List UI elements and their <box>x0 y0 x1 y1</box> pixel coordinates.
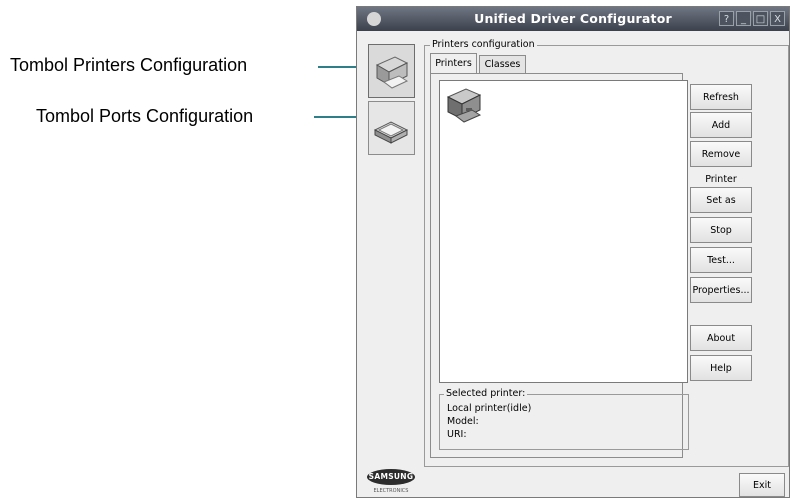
selected-printer-group: Selected printer: Local printer(idle) Mo… <box>439 388 689 450</box>
maximize-button[interactable]: □ <box>753 11 768 26</box>
test-button[interactable]: Test... <box>690 247 752 273</box>
list-item[interactable] <box>444 83 488 127</box>
refresh-button[interactable]: Refresh <box>690 84 752 110</box>
configurator-window: Unified Driver Configurator ? _ □ X Prin… <box>356 6 790 498</box>
ports-configuration-button[interactable] <box>368 101 415 155</box>
group-legend: Printers configuration <box>430 39 537 50</box>
minimize-button[interactable]: _ <box>736 11 751 26</box>
printer-icon <box>375 56 409 89</box>
selected-printer-legend: Selected printer: <box>444 388 528 399</box>
port-icon <box>373 121 409 144</box>
properties-button[interactable]: Properties... <box>690 277 752 303</box>
add-printer-button[interactable]: Add Printer... <box>690 112 752 156</box>
help-button[interactable]: Help <box>690 355 752 381</box>
about-button[interactable]: About <box>690 325 752 351</box>
selected-printer-uri: URI: <box>447 429 467 440</box>
samsung-logo: SAMSUNG ELECTRONICS <box>367 469 417 497</box>
tab-classes[interactable]: Classes <box>479 55 526 73</box>
selected-printer-name: Local printer(idle) <box>447 403 532 414</box>
brand-sub-text: ELECTRONICS <box>373 488 409 494</box>
selected-printer-model: Model: <box>447 416 479 427</box>
brand-logo-text: SAMSUNG <box>367 469 415 485</box>
printer-icon <box>446 88 482 123</box>
window-controls: ? _ □ X <box>719 11 785 26</box>
remove-printer-button[interactable]: Remove Printer <box>690 141 752 185</box>
close-button[interactable]: X <box>770 11 785 26</box>
tab-printers[interactable]: Printers <box>430 53 477 73</box>
set-as-default-button[interactable]: Set as Default <box>690 187 752 231</box>
help-title-button[interactable]: ? <box>719 11 734 26</box>
titlebar: Unified Driver Configurator ? _ □ X <box>357 7 789 31</box>
exit-button[interactable]: Exit <box>739 473 785 497</box>
callout-printers-label: Tombol Printers Configuration <box>10 55 248 75</box>
printer-list[interactable] <box>439 80 688 383</box>
callout-ports-label: Tombol Ports Configuration <box>36 106 254 126</box>
stop-button[interactable]: Stop <box>690 217 752 243</box>
printers-configuration-button[interactable] <box>368 44 415 98</box>
